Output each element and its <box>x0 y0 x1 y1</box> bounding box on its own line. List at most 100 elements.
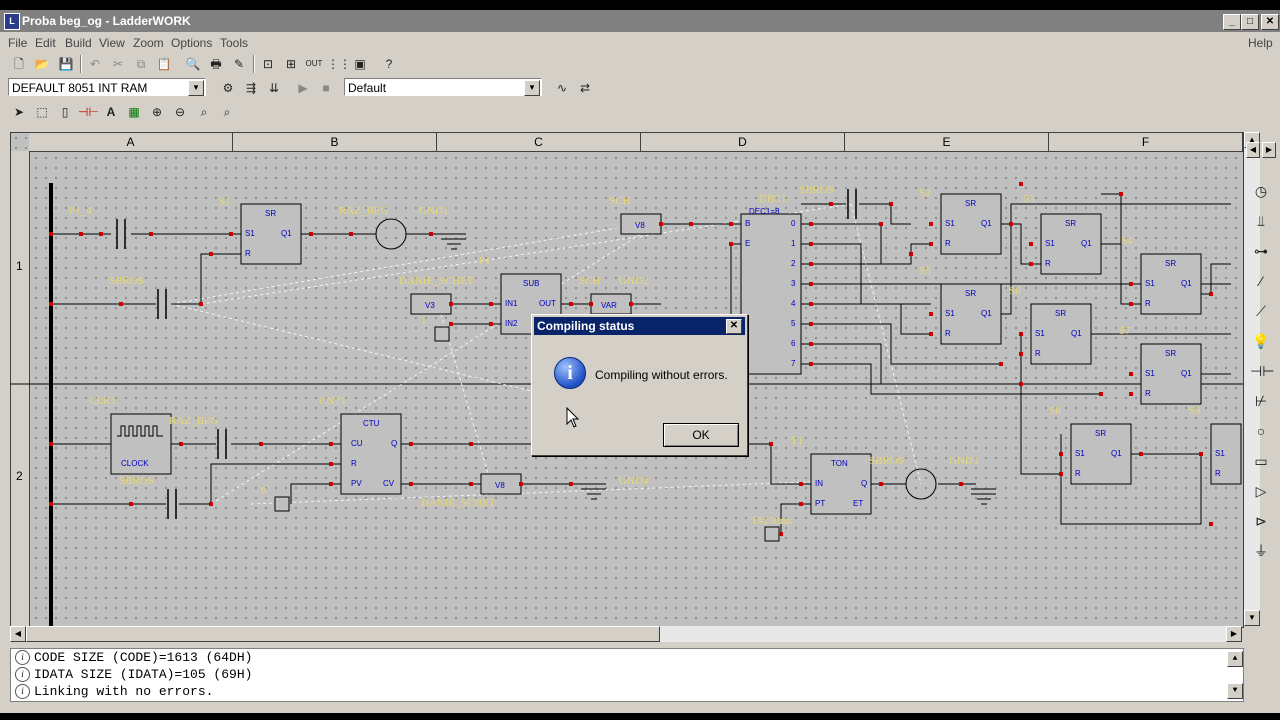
undo-icon[interactable]: ↶ <box>85 55 105 73</box>
svg-text:CTU: CTU <box>363 419 380 428</box>
profile-select[interactable]: Default ▼ <box>344 78 542 96</box>
new-file-icon[interactable]: 🗋 <box>9 55 29 73</box>
svg-text:CU: CU <box>351 439 363 448</box>
frame-icon[interactable]: ▣ <box>350 55 370 73</box>
bulb-icon[interactable]: 💡 <box>1250 330 1272 352</box>
close-button[interactable]: ✕ <box>1261 14 1279 30</box>
svg-text:1: 1 <box>791 239 796 248</box>
stop-icon[interactable]: ■ <box>316 79 336 97</box>
box-icon[interactable]: ▭ <box>1250 450 1272 472</box>
zoom-fit-icon[interactable]: ⌕ <box>194 103 214 121</box>
menu-bar: File Edit Build View Zoom Options Tools … <box>0 32 1280 52</box>
label-sbros-b: SBROS <box>119 475 154 487</box>
scroll-right-icon[interactable]: ▶ <box>1262 142 1276 158</box>
run-icon[interactable]: ▶ <box>293 79 313 97</box>
pointer-icon[interactable]: ➤ <box>9 103 29 121</box>
box-icon[interactable]: ▯ <box>55 103 75 121</box>
select-mode-icon[interactable]: ⊡ <box>258 55 278 73</box>
output-text: IDATA SIZE (IDATA)=105 (69H) <box>34 667 253 682</box>
cut-icon[interactable]: ✂ <box>108 55 128 73</box>
zoom-100-icon[interactable]: ⌕ <box>217 103 237 121</box>
open-folder-icon[interactable]: 📂 <box>32 55 52 73</box>
diagonal-icon[interactable]: ⟋ <box>1250 300 1272 322</box>
svg-text:OUT: OUT <box>539 299 556 308</box>
horizontal-scrollbar[interactable]: ◀ ▶ <box>10 626 1242 642</box>
svg-text:Q1: Q1 <box>1181 279 1192 288</box>
scroll-thumb[interactable] <box>26 626 660 642</box>
svg-text:S1: S1 <box>1215 449 1225 458</box>
function-blocks[interactable] <box>110 213 872 542</box>
svg-text:S1: S1 <box>245 229 255 238</box>
ground-icon[interactable]: ⏚ <box>1250 540 1272 562</box>
monitor-icon[interactable]: ∿ <box>552 79 572 97</box>
svg-text:CV: CV <box>383 479 395 488</box>
chevron-down-icon[interactable]: ▼ <box>524 80 540 96</box>
compiling-status-dialog: Compiling status ✕ i Compiling without e… <box>531 314 748 456</box>
menu-build[interactable]: Build <box>65 36 92 50</box>
svg-text:R: R <box>351 459 357 468</box>
label-sbros-a: SBROS <box>109 275 144 287</box>
wire-icon[interactable]: ⁄ <box>1250 270 1272 292</box>
compile-icon[interactable]: ⚙ <box>218 79 238 97</box>
save-icon[interactable]: 💾 <box>56 55 76 73</box>
menu-zoom[interactable]: Zoom <box>133 36 164 50</box>
output-text: CODE SIZE (CODE)=1613 (64DH) <box>34 650 253 665</box>
menu-file[interactable]: File <box>8 36 27 50</box>
grid-icon[interactable]: ⋮⋮ <box>327 55 351 73</box>
arrow-in-icon[interactable]: ▷ <box>1250 480 1272 502</box>
dialog-title: Compiling status <box>537 319 635 333</box>
download-icon[interactable]: ⇊ <box>264 79 284 97</box>
coil-icon[interactable]: ⊶ <box>1250 240 1272 262</box>
svg-text:PV: PV <box>351 479 362 488</box>
svg-text:SR: SR <box>1065 219 1076 228</box>
circle-coil-icon[interactable]: ○ <box>1250 420 1272 442</box>
scroll-down-icon[interactable]: ▼ <box>1244 610 1260 626</box>
settings-icon[interactable]: ⇄ <box>575 79 595 97</box>
zoom-in-icon[interactable]: ⊕ <box>147 103 167 121</box>
text-icon[interactable]: A <box>101 103 121 121</box>
svg-text:SR: SR <box>265 209 276 218</box>
contact-no-icon[interactable]: ⫫ <box>1250 210 1272 232</box>
menu-help[interactable]: Help <box>1248 36 1273 50</box>
rect-select-icon[interactable]: ⬚ <box>32 103 52 121</box>
scroll-left-icon[interactable]: ◀ <box>1246 142 1260 158</box>
paste-icon[interactable]: 📋 <box>154 55 174 73</box>
copy-icon[interactable]: ⧉ <box>131 55 151 73</box>
build-icon[interactable]: ⇶ <box>241 79 261 97</box>
menu-tools[interactable]: Tools <box>220 36 248 50</box>
network-icon[interactable]: ⊞ <box>281 55 301 73</box>
svg-text:S1: S1 <box>1145 279 1155 288</box>
target-select[interactable]: DEFAULT 8051 INT RAM ▼ <box>8 78 206 96</box>
ok-button[interactable]: OK <box>663 423 739 447</box>
ladderwork-app-icon[interactable]: L <box>4 13 20 30</box>
menu-edit[interactable]: Edit <box>35 36 56 50</box>
help-icon[interactable]: ? <box>379 55 399 73</box>
output-text: Linking with no errors. <box>34 684 214 699</box>
zoom-out-icon[interactable]: ⊖ <box>170 103 190 121</box>
scroll-left-icon[interactable]: ◀ <box>10 626 26 642</box>
output-icon[interactable]: OUT <box>304 55 324 73</box>
raz-beg-coil[interactable] <box>375 218 407 250</box>
close-icon[interactable]: ✕ <box>726 319 742 334</box>
chevron-down-icon[interactable]: ▼ <box>188 80 204 96</box>
mouse-cursor-icon <box>566 407 580 428</box>
output-line: i Linking with no errors. <box>15 683 213 700</box>
scroll-down-icon[interactable]: ▼ <box>1227 683 1243 699</box>
contact-icon[interactable]: ⊣⊢ <box>78 103 99 121</box>
edit-pencil-icon[interactable]: ✎ <box>229 55 249 73</box>
menu-options[interactable]: Options <box>171 36 212 50</box>
print-icon[interactable]: 🖶 <box>206 55 226 73</box>
arrow-out-icon[interactable]: ⊳ <box>1250 510 1272 532</box>
maximize-button[interactable]: □ <box>1241 14 1259 30</box>
label-danie-schet-2: DANIE_SCHET <box>421 497 496 509</box>
menu-view[interactable]: View <box>99 36 125 50</box>
print-preview-icon[interactable]: 🔍 <box>183 55 203 73</box>
scroll-right-icon[interactable]: ▶ <box>1226 626 1242 642</box>
parallel-contact-icon[interactable]: ⊣⊢ <box>1250 360 1274 382</box>
image-icon[interactable]: ▦ <box>124 103 144 121</box>
minimize-button[interactable]: _ <box>1223 14 1241 30</box>
clock-icon[interactable]: ◷ <box>1250 180 1272 202</box>
scroll-up-icon[interactable]: ▲ <box>1227 651 1243 667</box>
svg-text:VAR: VAR <box>601 301 617 310</box>
contact-nc-icon[interactable]: ⊬ <box>1250 390 1272 412</box>
